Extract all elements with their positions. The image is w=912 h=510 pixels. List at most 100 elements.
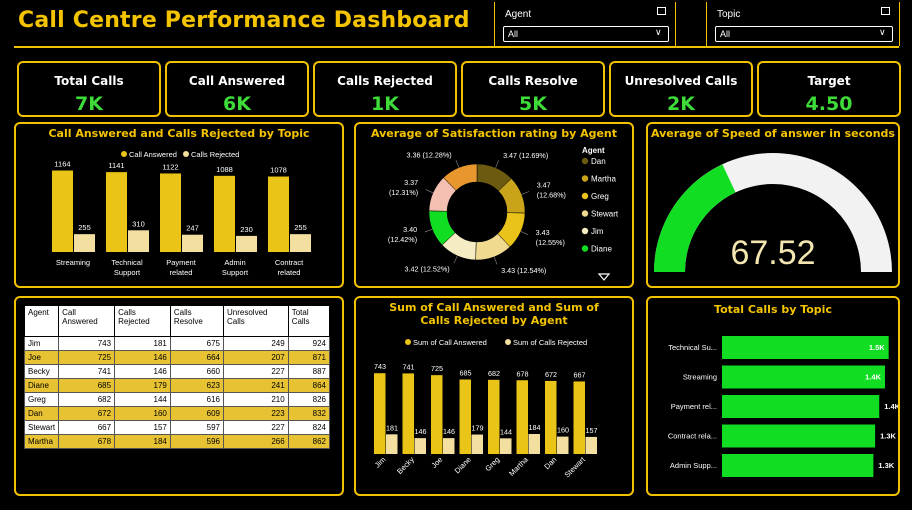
agent-table: Agent Call Answered Calls Rejected Calls Re… [23,305,331,449]
legend-marker [183,151,189,157]
eraser-icon[interactable] [881,7,890,15]
bar [722,395,880,418]
data-label: 184 [529,423,541,432]
table-cell: 864 [287,378,331,393]
table-cell: 685 [58,378,116,393]
agent-filter-dropdown[interactable]: All [503,26,669,42]
kpi-label: Call Answered [188,74,286,88]
table-row[interactable]: Joe 725 146 664 207 871 [23,350,331,365]
table-row[interactable]: Diane 685 179 623 241 864 [23,378,331,393]
category-label: Technical [111,258,143,267]
table-cell: 157 [114,420,171,435]
kpi-value: 1K [371,93,399,115]
slice-label: (12.68%) [537,190,566,199]
leader-line [453,255,458,264]
table-cell: 207 [223,350,289,365]
slice-label: 3.43 [536,228,550,237]
legend-marker [581,227,589,235]
slice-label: 3.43 (12.54%) [501,266,546,275]
category-label: Payment [166,258,197,267]
table-row[interactable]: Greg 682 144 616 210 826 [23,392,331,407]
chevron-down-icon[interactable]: ∨ [655,27,662,38]
data-label: 179 [472,424,484,433]
kpi-card-calls-rejected: Calls Rejected 1K [313,61,457,117]
column-header[interactable]: Calls Rejected [114,305,171,337]
bar [459,379,471,454]
legend-marker [405,339,411,345]
table-cell: 871 [287,350,331,365]
eraser-icon[interactable] [657,7,666,15]
bar [268,176,289,252]
leader-line [424,228,433,233]
data-label: 672 [545,370,557,379]
category-label: Dan [542,455,558,471]
category-label: Admin [224,258,245,267]
agent-filter-value: All [508,29,519,39]
table-row[interactable]: Jim 743 181 675 249 924 [23,336,331,351]
table-cell: 227 [223,420,289,435]
column-header[interactable]: Agent [23,305,60,337]
bar [128,230,149,252]
legend-title: Agent [582,146,605,155]
category-label: Payment rel... [671,402,717,411]
category-label: Streaming [683,373,717,382]
slice-label: 3.37 [404,178,418,187]
data-label: 1122 [162,162,178,171]
category-label: Becky [395,455,416,476]
table-cell: Becky [23,364,60,379]
column-header[interactable]: Total Calls [287,305,331,337]
legend-label: Jim [591,227,604,236]
table-cell: 227 [223,364,289,379]
category-label: Support [114,268,141,277]
table-cell: Martha [23,434,60,449]
legend-marker [581,157,589,165]
agent-table-panel: Agent Call Answered Calls Rejected Calls Re… [14,296,344,496]
bar [557,436,569,454]
table-cell: 725 [58,350,116,365]
table-row[interactable]: Becky 741 146 660 227 887 [23,364,331,379]
data-label: 310 [132,219,145,228]
table-row[interactable]: Dan 672 160 609 223 832 [23,406,331,421]
column-header[interactable]: Calls Resolve [169,305,225,337]
table-cell: 664 [169,350,225,365]
table-row[interactable]: Stewart 667 157 597 227 824 [23,420,331,435]
agent-chart-panel: Sum of Call Answered and Sum of Calls Re… [354,296,634,496]
data-label: 741 [403,362,415,371]
legend-label: Martha [591,175,616,184]
leader-line [520,231,529,235]
table-cell: Jim [23,336,60,351]
data-label: 1078 [270,166,287,175]
table-cell: 146 [114,350,171,365]
kpi-card-call-answered: Call Answered 6K [165,61,309,117]
bar [722,454,874,477]
table-cell: 826 [287,392,331,407]
category-label: Support [222,268,249,277]
chevron-down-icon[interactable]: ∨ [879,27,886,38]
kpi-value: 5K [519,93,547,115]
table-cell: 623 [169,378,225,393]
table-row[interactable]: Martha 678 184 596 266 862 [23,434,331,449]
data-label: 255 [294,223,307,232]
topic-bar-chart: Call Answered Calls Rejected 1164 255 Stream… [52,150,311,277]
data-label: 181 [386,423,398,432]
table-cell: 616 [169,392,225,407]
column-header[interactable]: Call Answered [58,305,116,337]
table-cell: 924 [287,336,331,351]
legend-label: Calls Rejected [191,150,239,159]
table-cell: 741 [58,364,116,379]
leader-line [521,191,530,195]
category-label: Jim [373,455,388,470]
data-label: 160 [557,426,569,435]
table-cell: 597 [169,420,225,435]
legend-marker [121,151,127,157]
table-cell: 743 [58,336,116,351]
table-cell: 887 [287,364,331,379]
data-label: 1.4K [884,402,898,411]
column-header[interactable]: Unresolved Calls [223,305,289,337]
bar [545,380,557,454]
slice-label: 3.40 [403,225,417,234]
data-label: 146 [443,427,455,436]
table-cell: 160 [114,406,171,421]
bar [106,172,127,252]
topic-filter-dropdown[interactable]: All [715,26,893,42]
